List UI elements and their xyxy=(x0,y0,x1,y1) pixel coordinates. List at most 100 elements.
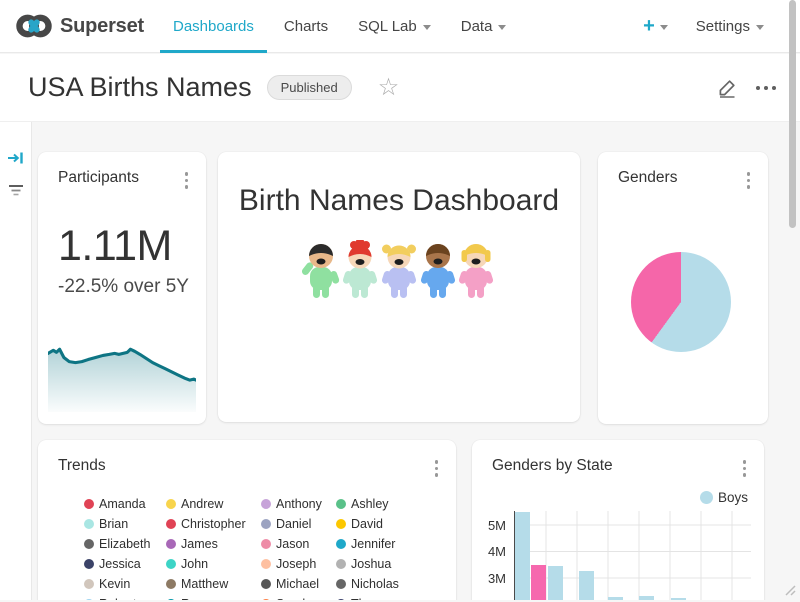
legend-dot xyxy=(166,559,176,569)
resize-grip-icon xyxy=(782,582,797,597)
legend-item[interactable]: James xyxy=(166,534,261,554)
legend-label: Robert xyxy=(99,597,137,601)
legend-item[interactable]: Robert xyxy=(84,594,166,601)
chart-title: Genders xyxy=(618,169,677,187)
filter-button[interactable] xyxy=(8,184,24,203)
legend-dot xyxy=(700,491,713,504)
legend-label: Thomas xyxy=(351,597,396,601)
caret-down-icon xyxy=(498,25,506,30)
settings-menu[interactable]: Settings xyxy=(688,18,772,35)
dashboard-grid: Participants 1.11M -22.5% over 5Y Birth … xyxy=(0,122,800,600)
genders-by-state-card: Genders by State Boys 5M 4M 3M xyxy=(472,440,764,600)
nav-item-dashboards[interactable]: Dashboards xyxy=(158,0,269,53)
legend-item[interactable]: Joshua xyxy=(336,554,426,574)
legend-dot xyxy=(261,559,271,569)
legend-item[interactable]: John xyxy=(166,554,261,574)
chart-title: Trends xyxy=(58,457,106,475)
sparkline-chart xyxy=(48,340,196,412)
legend-label: Joseph xyxy=(276,557,316,571)
more-options-button[interactable] xyxy=(179,169,195,192)
legend-item[interactable]: Nicholas xyxy=(336,574,426,594)
legend-item[interactable]: Andrew xyxy=(166,494,261,514)
legend-dot xyxy=(166,519,176,529)
legend-label: Elizabeth xyxy=(99,537,150,551)
caret-down-icon xyxy=(660,25,668,30)
legend-dot xyxy=(84,559,94,569)
legend-item[interactable]: Jennifer xyxy=(336,534,426,554)
header-actions xyxy=(717,77,800,98)
caret-down-icon xyxy=(423,25,431,30)
published-badge[interactable]: Published xyxy=(267,75,352,100)
legend-dot xyxy=(336,559,346,569)
more-options-button[interactable] xyxy=(737,457,753,480)
legend-label: David xyxy=(351,517,383,531)
more-actions-button[interactable] xyxy=(756,86,776,90)
legend-item[interactable]: Ryan xyxy=(166,594,261,601)
legend-item[interactable]: Amanda xyxy=(84,494,166,514)
legend-label: Michael xyxy=(276,577,319,591)
scrollbar-thumb[interactable] xyxy=(789,0,796,228)
nav-item-data[interactable]: Data xyxy=(446,0,522,53)
legend-item[interactable]: David xyxy=(336,514,426,534)
filter-bar-collapsed xyxy=(0,122,32,600)
bar[interactable] xyxy=(548,566,563,600)
legend-label: John xyxy=(181,557,208,571)
legend-dot xyxy=(336,539,346,549)
legend-item[interactable]: Matthew xyxy=(166,574,261,594)
y-axis-tick: 3M xyxy=(478,571,506,586)
legend-item[interactable]: Anthony xyxy=(261,494,336,514)
page-title: USA Births Names xyxy=(28,72,252,103)
legend-item[interactable]: Elizabeth xyxy=(84,534,166,554)
resize-handle[interactable] xyxy=(782,582,797,602)
legend-label: Sarah xyxy=(276,597,309,601)
superset-logo[interactable]: Superset xyxy=(14,13,144,39)
arrow-right-bar-icon xyxy=(7,150,24,166)
legend-dot xyxy=(336,519,346,529)
expand-filter-bar-button[interactable] xyxy=(7,150,24,171)
legend-label: James xyxy=(181,537,218,551)
legend-dot xyxy=(84,499,94,509)
more-options-button[interactable] xyxy=(741,169,757,192)
edit-dashboard-button[interactable] xyxy=(717,77,738,98)
legend-item[interactable]: Joseph xyxy=(261,554,336,574)
pie-chart[interactable] xyxy=(631,252,731,352)
legend-label: Brian xyxy=(99,517,128,531)
legend-item[interactable]: Jason xyxy=(261,534,336,554)
bar[interactable] xyxy=(515,512,530,600)
legend-label: Nicholas xyxy=(351,577,399,591)
bar[interactable] xyxy=(579,571,594,600)
nav-item-charts[interactable]: Charts xyxy=(269,0,343,53)
favorite-star-button[interactable]: ☆ xyxy=(378,76,400,100)
legend-item[interactable]: Michael xyxy=(261,574,336,594)
legend-item[interactable]: Christopher xyxy=(166,514,261,534)
plus-icon: + xyxy=(643,16,655,36)
bar[interactable] xyxy=(639,596,654,600)
legend-item[interactable]: Kevin xyxy=(84,574,166,594)
legend-label: Andrew xyxy=(181,497,223,511)
legend-item[interactable]: Sarah xyxy=(261,594,336,601)
legend-item[interactable]: Jessica xyxy=(84,554,166,574)
bar[interactable] xyxy=(531,565,546,600)
more-options-button[interactable] xyxy=(429,457,445,480)
markdown-card: Birth Names Dashboard xyxy=(218,152,580,422)
dashboard-header: USA Births Names Published ☆ xyxy=(0,54,800,122)
big-number-value: 1.11M xyxy=(58,222,206,271)
legend-label: Joshua xyxy=(351,557,391,571)
infinity-icon xyxy=(14,13,54,39)
legend-label: Ashley xyxy=(351,497,389,511)
bar-chart-area[interactable] xyxy=(514,511,751,600)
legend-item[interactable]: Ashley xyxy=(336,494,426,514)
dashboard-heading: Birth Names Dashboard xyxy=(218,184,580,218)
new-item-button[interactable]: + xyxy=(633,16,678,36)
legend-item[interactable]: Brian xyxy=(84,514,166,534)
legend-dot xyxy=(166,539,176,549)
pencil-icon xyxy=(717,77,738,98)
bar[interactable] xyxy=(608,597,623,600)
legend-dot xyxy=(261,579,271,589)
legend-item-boys[interactable]: Boys xyxy=(700,490,748,505)
nav-item-sql-lab[interactable]: SQL Lab xyxy=(343,0,446,53)
legend-label: Anthony xyxy=(276,497,322,511)
legend-item[interactable]: Thomas xyxy=(336,594,426,601)
legend-item[interactable]: Daniel xyxy=(261,514,336,534)
genders-card: Genders xyxy=(598,152,768,424)
